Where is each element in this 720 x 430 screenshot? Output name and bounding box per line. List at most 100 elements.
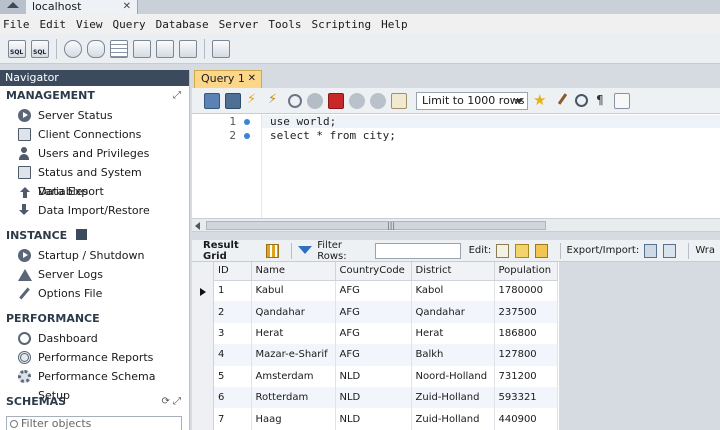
schema-filter-input[interactable]: Filter objects	[6, 416, 182, 430]
cell[interactable]: AFG	[335, 322, 412, 345]
expand-icon[interactable]: ⤢	[173, 86, 181, 106]
create-function-icon[interactable]	[179, 39, 197, 58]
table-row[interactable]: 1 Kabul AFG Kabol 1780000	[214, 280, 558, 302]
find-icon[interactable]	[575, 94, 588, 107]
cell[interactable]: NLD	[335, 408, 412, 430]
beautify-icon[interactable]	[554, 93, 570, 109]
limit-rows-select[interactable]: Limit to 1000 rows	[416, 91, 528, 110]
commit-icon[interactable]	[349, 92, 365, 109]
filter-rows-input[interactable]	[375, 242, 461, 259]
column-header-district[interactable]: District	[411, 262, 495, 281]
nav-item-users-and-privileges[interactable]: Users and Privileges	[0, 144, 189, 163]
nav-item-startup-shutdown[interactable]: Startup / Shutdown	[0, 246, 189, 265]
menu-tools[interactable]: Tools	[265, 18, 308, 31]
menu-database[interactable]: Database	[153, 18, 216, 31]
star-icon[interactable]	[533, 91, 549, 109]
cell[interactable]: Kabol	[411, 280, 495, 302]
save-icon[interactable]	[225, 92, 241, 109]
cell[interactable]: 4	[214, 344, 252, 366]
table-row[interactable]: 6 Rotterdam NLD Zuid-Holland 593321	[214, 386, 558, 409]
cell[interactable]: Amsterdam	[251, 365, 336, 387]
cell[interactable]: 1780000	[494, 280, 558, 302]
menu-edit[interactable]: Edit	[37, 18, 74, 31]
table-row[interactable]: 4 Mazar-e-Sharif AFG Balkh 127800	[214, 344, 558, 366]
cell[interactable]: 440900	[494, 408, 558, 430]
scrollbar-thumb[interactable]: |||	[206, 221, 546, 230]
nav-item-server-status[interactable]: Server Status	[0, 106, 189, 125]
cell[interactable]: 731200	[494, 365, 558, 387]
cell[interactable]: Mazar-e-Sharif	[251, 344, 336, 366]
cell[interactable]: Noord-Holland	[411, 365, 495, 387]
nav-item-performance-schema-setup[interactable]: Performance Schema Setup	[0, 367, 189, 402]
import-icon[interactable]	[663, 243, 677, 258]
menu-scripting[interactable]: Scripting	[308, 18, 378, 31]
cell[interactable]: 7	[214, 408, 252, 430]
cell[interactable]: Qandahar	[251, 301, 336, 323]
close-icon[interactable]: ✕	[123, 0, 131, 14]
execute-icon[interactable]	[246, 92, 262, 109]
column-header-name[interactable]: Name	[251, 262, 336, 281]
edit-row-icon[interactable]	[496, 243, 510, 258]
create-procedure-icon[interactable]	[156, 39, 174, 58]
cell[interactable]: 5	[214, 365, 252, 387]
cell[interactable]: Zuid-Holland	[411, 408, 495, 430]
menu-file[interactable]: File	[0, 18, 37, 31]
cell[interactable]: 6	[214, 386, 252, 409]
stop-icon[interactable]	[307, 92, 323, 109]
cell[interactable]: Haag	[251, 408, 336, 430]
cell[interactable]: 186800	[494, 322, 558, 345]
nav-item-server-logs[interactable]: Server Logs	[0, 265, 189, 284]
refresh-icon[interactable]: ⟳ ⤢	[161, 392, 181, 412]
add-row-icon[interactable]	[515, 243, 529, 258]
nav-item-options-file[interactable]: Options File	[0, 284, 189, 303]
cell[interactable]: Zuid-Holland	[411, 386, 495, 409]
column-header-population[interactable]: Population	[494, 262, 558, 281]
column-header-countrycode[interactable]: CountryCode	[335, 262, 412, 281]
wrap-lines-icon[interactable]	[614, 92, 630, 109]
cell[interactable]: 1	[214, 280, 252, 302]
table-row[interactable]: 3 Herat AFG Herat 186800	[214, 322, 558, 345]
rollback-icon[interactable]	[370, 92, 386, 109]
execute-current-icon[interactable]	[267, 92, 283, 109]
cell[interactable]: 2	[214, 301, 252, 323]
nav-item-client-connections[interactable]: Client Connections	[0, 125, 189, 144]
cell[interactable]: Qandahar	[411, 301, 495, 323]
cell[interactable]: AFG	[335, 280, 412, 302]
cell[interactable]: Herat	[411, 322, 495, 345]
invisible-chars-icon[interactable]	[593, 93, 609, 109]
open-sql-script-icon[interactable]: SQL	[31, 39, 49, 58]
cell[interactable]: AFG	[335, 301, 412, 323]
sql-editor[interactable]: 1 2 use world; select * from city;	[192, 114, 720, 218]
nav-item-performance-reports[interactable]: Performance Reports	[0, 348, 189, 367]
cell[interactable]: Kabul	[251, 280, 336, 302]
close-icon[interactable]: ✕	[248, 71, 256, 87]
cell[interactable]: 237500	[494, 301, 558, 323]
explain-icon[interactable]	[288, 93, 302, 108]
connection-tab[interactable]: localhost ✕	[26, 0, 138, 14]
cell[interactable]: Balkh	[411, 344, 495, 366]
table-row[interactable]: 2 Qandahar AFG Qandahar 237500	[214, 301, 558, 323]
nav-item-data-import-restore[interactable]: Data Import/Restore	[0, 201, 189, 220]
create-view-icon[interactable]	[133, 39, 151, 58]
open-file-icon[interactable]	[204, 92, 220, 109]
home-tab[interactable]	[0, 0, 26, 14]
cell[interactable]: Rotterdam	[251, 386, 336, 409]
wrap-cell-label[interactable]: Wra	[695, 245, 715, 256]
nav-item-data-export[interactable]: Data Export	[0, 182, 189, 201]
create-schema-icon[interactable]	[87, 39, 105, 58]
autocommit-icon[interactable]	[391, 92, 407, 109]
cell[interactable]: AFG	[335, 344, 412, 366]
stop-on-error-icon[interactable]	[328, 92, 344, 109]
search-table-data-icon[interactable]	[212, 39, 230, 58]
menu-query[interactable]: Query	[110, 18, 153, 31]
editor-horizontal-scrollbar[interactable]: |||	[192, 218, 720, 232]
menu-help[interactable]: Help	[378, 18, 415, 31]
code-line[interactable]: select * from city;	[270, 129, 396, 142]
cell[interactable]: NLD	[335, 386, 412, 409]
cell[interactable]: 127800	[494, 344, 558, 366]
result-grid-label[interactable]: Result Grid	[203, 240, 261, 262]
inspector-icon[interactable]	[64, 39, 82, 58]
export-icon[interactable]	[644, 243, 658, 258]
nav-item-dashboard[interactable]: Dashboard	[0, 329, 189, 348]
grid-view-icon[interactable]	[266, 243, 280, 258]
